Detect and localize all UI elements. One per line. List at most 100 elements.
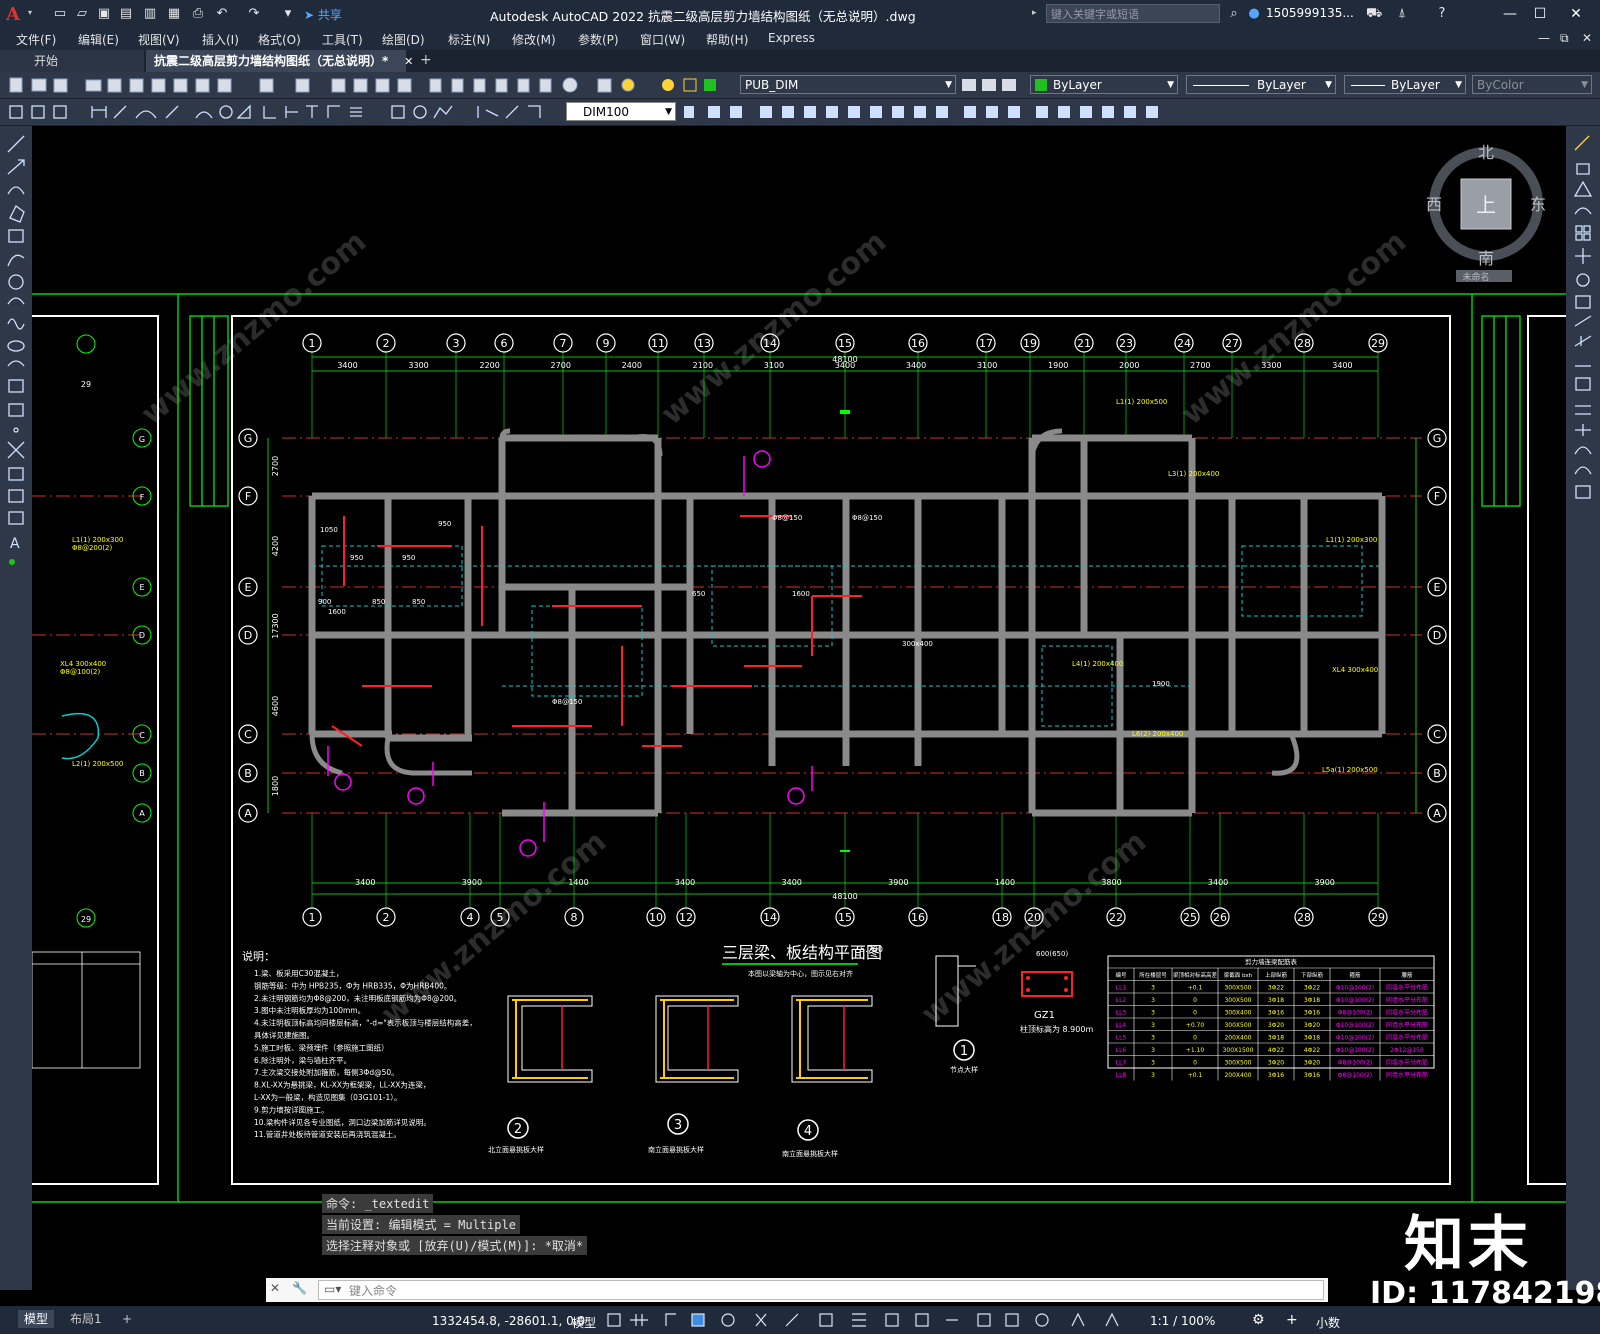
table-cell: Φ10@100(2) <box>1336 997 1374 1004</box>
menu-parametric[interactable]: 参数(P) <box>578 31 619 48</box>
dimstyle-dropdown[interactable]: DIM100 ▼ <box>566 102 676 121</box>
dim-text-side: 4200 <box>271 536 280 556</box>
undo-icon[interactable]: ↶ <box>214 6 230 22</box>
doc-restore-icon[interactable]: ⧉ <box>1560 31 1569 46</box>
table-cell: 0 <box>1193 1010 1197 1017</box>
axis-bubble-top-label: 17 <box>979 337 993 350</box>
help-icon[interactable]: ? <box>1434 6 1450 22</box>
tab-document[interactable]: 抗震二级高层剪力墙结构图纸（无总说明）* ✕ <box>146 50 413 72</box>
svg-text:D: D <box>139 631 145 640</box>
save-web-icon[interactable]: ▦ <box>166 6 182 22</box>
axis-bubble-top: 16 <box>908 333 928 353</box>
plus-icon[interactable]: + <box>1286 1312 1298 1328</box>
plotstyle-dropdown[interactable]: ByColor ▼ <box>1472 75 1592 94</box>
menu-insert[interactable]: 插入(I) <box>202 31 239 48</box>
units-label[interactable]: 小数 <box>1316 1314 1340 1331</box>
search-input[interactable]: 键入关键字或短语 <box>1046 4 1220 23</box>
axis-bubble-right-label: B <box>1433 767 1441 780</box>
modify-side-icons[interactable] <box>1573 134 1593 514</box>
redo-icon[interactable]: ↷ <box>246 6 262 22</box>
drawing-svg[interactable]: www.znzmo.com www.znzmo.com www.znzmo.co… <box>31 126 1566 1290</box>
layer-state-icons[interactable] <box>660 75 740 95</box>
coordinates-readout[interactable]: 1332454.8, -28601.1, 0.0 <box>432 1314 585 1328</box>
cart-icon[interactable]: ⛟ <box>1366 6 1382 22</box>
menu-view[interactable]: 视图(V) <box>138 31 180 48</box>
save-icon[interactable]: ▣ <box>96 6 112 22</box>
model-space-toggle[interactable]: 模型 <box>572 1314 596 1331</box>
dim-text-top: 3300 <box>1261 361 1281 370</box>
svg-text:B: B <box>139 769 145 778</box>
layer-dropdown[interactable]: PUB_DIM ▼ <box>740 75 956 94</box>
dimension-tools-icons[interactable] <box>6 102 566 122</box>
svg-text:XL4 300x400: XL4 300x400 <box>60 660 106 668</box>
share-button[interactable]: ➤ 共享 <box>304 6 342 23</box>
layout-tab-1[interactable]: 布局1 <box>64 1310 108 1328</box>
menu-help[interactable]: 帮助(H) <box>706 31 748 48</box>
add-layout-button[interactable]: + <box>116 1310 138 1328</box>
user-name[interactable]: 1505999135... <box>1266 6 1354 20</box>
gz1-rebar <box>1021 971 1073 997</box>
dim-text-top: 2200 <box>479 361 499 370</box>
compass-east: 东 <box>1530 195 1546 214</box>
menu-format[interactable]: 格式(O) <box>258 31 301 48</box>
svg-text:1600: 1600 <box>792 590 810 598</box>
autocad-logo-icon[interactable]: A <box>6 4 28 25</box>
svg-text:L2(1) 200x500: L2(1) 200x500 <box>72 760 123 768</box>
app-menu-chevron-icon[interactable]: ▾ <box>28 8 32 17</box>
maximize-icon[interactable]: ☐ <box>1530 4 1550 24</box>
tab-start[interactable]: 开始 <box>0 50 144 72</box>
viewcube[interactable]: 北 南 东 西 上 未命名 <box>1426 142 1546 283</box>
menu-tools[interactable]: 工具(T) <box>322 31 363 48</box>
menu-draw[interactable]: 绘图(D) <box>382 31 425 48</box>
user-icon[interactable]: ● <box>1246 6 1262 22</box>
status-bar: 模型 布局1 + 1332454.8, -28601.1, 0.0 模型 1:1… <box>0 1306 1600 1334</box>
save-as-icon[interactable]: ▤ <box>118 6 134 22</box>
close-cmd-icon[interactable]: ✕ <box>270 1281 280 1295</box>
color-swatch <box>1035 79 1047 91</box>
plot-icon[interactable]: ⎙ <box>190 6 206 22</box>
note-line: L-XX为一般梁，构造见图集（03G101-1）。 <box>254 1092 402 1102</box>
section-3-number: 3 <box>674 1118 682 1133</box>
search-icon[interactable]: ⌕ <box>1226 6 1242 22</box>
axis-bubble-bottom: 14 <box>760 907 780 927</box>
customize-qa-icon[interactable]: ▾ <box>280 6 296 22</box>
wrench-icon[interactable]: 🔧 <box>292 1281 307 1295</box>
standard-toolbar-icons[interactable] <box>6 75 646 95</box>
svg-text:L1(1) 200x500: L1(1) 200x500 <box>1116 398 1167 406</box>
a360-icon[interactable]: ⍋ <box>1394 6 1410 22</box>
menu-window[interactable]: 窗口(W) <box>640 31 685 48</box>
annotation-scale[interactable]: 1:1 / 100% <box>1150 1314 1215 1328</box>
table-cell: 200X400 <box>1224 1072 1251 1079</box>
open-web-icon[interactable]: ▥ <box>142 6 158 22</box>
new-tab-button[interactable]: + <box>420 52 432 68</box>
status-toggles[interactable] <box>606 1311 1136 1329</box>
new-file-icon[interactable]: ▭ <box>52 6 68 22</box>
viewcube-svg[interactable]: 北 南 东 西 上 未命名 <box>1426 142 1546 283</box>
open-file-icon[interactable]: ▱ <box>74 6 90 22</box>
menu-express[interactable]: Express <box>768 31 815 45</box>
layer-tools-icons[interactable] <box>960 75 1020 95</box>
minimize-icon[interactable]: — <box>1500 4 1520 24</box>
doc-minimize-icon[interactable]: — <box>1538 31 1550 45</box>
menu-edit[interactable]: 编辑(E) <box>78 31 119 48</box>
menu-modify[interactable]: 修改(M) <box>512 31 556 48</box>
layout-tab-model[interactable]: 模型 <box>18 1310 55 1328</box>
lineweight-dropdown[interactable]: ByLayer ▼ <box>1344 75 1466 94</box>
gear-icon[interactable]: ⚙ <box>1252 1312 1265 1328</box>
gz1-size: 600(650) <box>1036 950 1068 958</box>
close-window-icon[interactable]: ✕ <box>1566 4 1586 24</box>
command-input[interactable]: 键入命令 <box>318 1280 1324 1300</box>
menu-dimension[interactable]: 标注(N) <box>448 31 490 48</box>
color-dropdown[interactable]: ByLayer ▼ <box>1030 75 1178 94</box>
menu-file[interactable]: 文件(F) <box>16 31 56 48</box>
tb-preview-icon <box>107 78 122 93</box>
drawing-canvas[interactable]: www.znzmo.com www.znzmo.com www.znzmo.co… <box>31 126 1566 1290</box>
linetype-dropdown[interactable]: ByLayer ▼ <box>1186 75 1336 94</box>
dim-text-bottom: 3400 <box>1208 878 1228 887</box>
draw-tools-icons[interactable]: A <box>6 134 26 574</box>
axis-bubble-top-label: 14 <box>763 337 777 350</box>
chevron-right-icon[interactable]: ▸ <box>1032 8 1037 18</box>
doc-close-icon[interactable]: ✕ <box>1582 31 1592 45</box>
modify-tools-icons[interactable] <box>680 102 1180 122</box>
tab-close-icon[interactable]: ✕ <box>404 55 413 68</box>
